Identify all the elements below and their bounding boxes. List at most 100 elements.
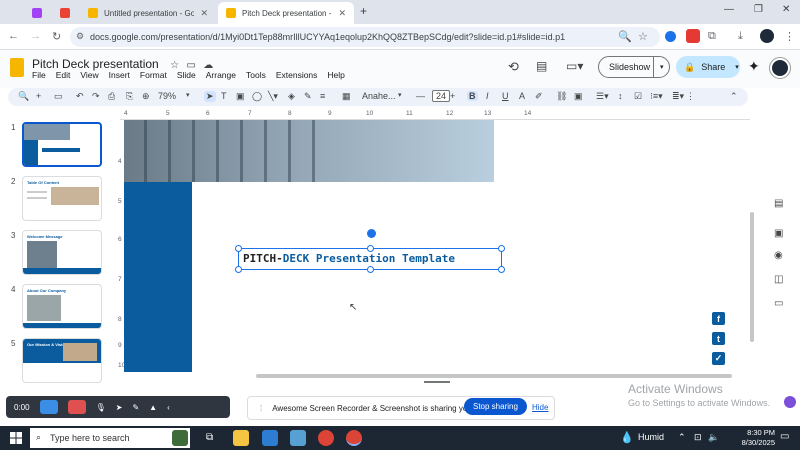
hide-link[interactable]: Hide — [532, 403, 548, 412]
text-color-icon[interactable]: A — [519, 91, 525, 101]
redo-icon[interactable]: ↷ — [92, 91, 100, 102]
border-color-icon[interactable]: ✎ — [304, 91, 312, 102]
italic-icon[interactable]: I — [486, 91, 489, 101]
image-icon[interactable]: ▣ — [236, 91, 245, 102]
task-view-icon[interactable]: ⧉ — [206, 432, 213, 443]
pen-icon[interactable]: ✎ — [132, 403, 139, 412]
notifications-icon[interactable]: ▭ — [780, 431, 789, 442]
font-select[interactable]: Anahe... — [362, 91, 396, 101]
profile-avatar[interactable] — [760, 29, 774, 43]
chrome-active-icon[interactable] — [346, 430, 362, 446]
notes-app-icon[interactable] — [290, 430, 306, 446]
media-app-icon[interactable] — [262, 430, 278, 446]
file-explorer-icon[interactable] — [233, 430, 249, 446]
checklist-icon[interactable]: ☑ — [634, 91, 642, 102]
bold-icon[interactable]: B — [467, 91, 478, 101]
menu-arrange[interactable]: Arrange — [206, 70, 236, 80]
more-options-icon[interactable]: ⋮ — [686, 91, 695, 102]
comments-icon[interactable]: ▤ — [536, 59, 547, 73]
decrease-font-icon[interactable]: — — [416, 91, 425, 101]
window-close-button[interactable]: ✕ — [782, 4, 790, 15]
tab-0[interactable] — [24, 2, 48, 24]
font-size-input[interactable]: 24 — [432, 90, 451, 102]
increase-font-icon[interactable]: + — [450, 91, 455, 101]
twitter-icon[interactable]: ✓ — [712, 352, 725, 365]
text-box-icon[interactable]: T — [221, 91, 227, 101]
title-text-box[interactable]: PITCH-DECK Presentation Template — [235, 229, 505, 273]
align-icon[interactable]: ☰▾ — [596, 91, 609, 102]
network-icon[interactable]: ⊡ — [694, 432, 702, 443]
search-menus-icon[interactable]: 🔍 — [18, 91, 29, 102]
gemini-icon[interactable]: ✦ — [748, 58, 760, 75]
zoom-select[interactable]: 79% — [158, 91, 176, 101]
resize-handle[interactable] — [367, 245, 374, 252]
stop-button[interactable] — [67, 400, 86, 414]
slideshow-button[interactable]: Slideshow ▾ — [598, 56, 670, 78]
volume-icon[interactable]: 🔈 — [708, 432, 719, 443]
horizontal-scrollbar[interactable] — [256, 374, 732, 378]
slide-title[interactable]: PITCH-DECK Presentation Template — [243, 252, 455, 265]
bookmark-star-icon[interactable]: ☆ — [638, 30, 648, 43]
weather-icon[interactable]: 💧 — [620, 431, 634, 444]
maximize-button[interactable]: ❐ — [754, 4, 763, 15]
extensions-puzzle-icon[interactable]: ⧉ — [708, 30, 716, 43]
new-slide-icon[interactable]: + — [36, 91, 41, 101]
menu-insert[interactable]: Insert — [109, 70, 130, 80]
pointer-icon[interactable]: ➤ — [116, 403, 123, 412]
tab-gmail[interactable] — [52, 2, 76, 24]
slide-thumbnail-4[interactable]: About Our Company — [22, 284, 102, 329]
forward-icon[interactable]: → — [30, 30, 41, 42]
slide-thumbnail-5[interactable]: Our Mission & Vision — [22, 338, 102, 383]
account-avatar[interactable] — [770, 58, 790, 78]
back-icon[interactable]: ← — [8, 30, 19, 42]
line-spacing-icon[interactable]: ↕ — [618, 91, 623, 101]
extension-icon[interactable] — [665, 31, 676, 42]
document-title[interactable]: Pitch Deck presentation ☆ ▭ ☁ — [32, 57, 213, 71]
bulleted-list-icon[interactable]: ⁝≡▾ — [650, 91, 663, 102]
resize-handle[interactable] — [498, 245, 505, 252]
facebook-icon[interactable]: f — [712, 312, 725, 325]
tasks-icon[interactable]: ◉ — [774, 250, 786, 261]
keep-icon[interactable]: ▣ — [774, 228, 786, 239]
assistant-bubble-icon[interactable] — [784, 396, 796, 408]
select-tool-icon[interactable]: ➤ — [204, 91, 216, 102]
folder-icon[interactable]: ▭ — [774, 298, 786, 309]
menu-slide[interactable]: Slide — [177, 70, 196, 80]
frankenstein-app-icon[interactable] — [172, 430, 188, 446]
contacts-icon[interactable]: ◫ — [774, 274, 786, 285]
search-icon[interactable]: 🔍 — [618, 30, 632, 43]
highlighter-icon[interactable]: ▲ — [149, 403, 157, 412]
fill-color-icon[interactable]: ◈ — [288, 91, 295, 102]
slide-thumbnail-2[interactable]: Table Of Content — [22, 176, 102, 221]
weather-label[interactable]: Humid — [638, 432, 664, 442]
horizontal-ruler[interactable]: 4 5 6 7 8 9 10 11 12 13 14 — [120, 110, 750, 120]
url-field[interactable]: ⚙ docs.google.com/presentation/d/1Myi0Dt… — [70, 27, 660, 47]
recorder-extension-icon[interactable] — [686, 29, 700, 43]
notes-drag-handle[interactable] — [424, 381, 450, 383]
close-icon[interactable]: ✕ — [338, 8, 346, 19]
paint-format-icon[interactable]: ⎘ — [126, 91, 133, 102]
taskbar-search-box[interactable]: ⌕ Type here to search — [30, 428, 190, 448]
add-comment-icon[interactable]: ▣ — [574, 91, 583, 102]
resize-handle[interactable] — [367, 266, 374, 273]
chevron-down-icon[interactable]: ▾ — [186, 91, 190, 99]
link-icon[interactable]: ⛓ — [556, 91, 567, 102]
menu-view[interactable]: View — [80, 70, 98, 80]
history-icon[interactable]: ⟲ — [508, 59, 519, 75]
zoom-icon[interactable]: ⊕ — [142, 91, 150, 102]
slide-thumbnail-1[interactable] — [22, 122, 102, 167]
chevron-down-icon[interactable]: ▾ — [735, 63, 739, 71]
chevron-down-icon[interactable]: ▾ — [398, 91, 402, 99]
menu-format[interactable]: Format — [140, 70, 167, 80]
collapse-icon[interactable]: ‹ — [167, 403, 170, 412]
shape-icon[interactable]: ◯ — [252, 91, 262, 102]
stop-sharing-button[interactable]: Stop sharing — [464, 398, 527, 415]
border-weight-icon[interactable]: ≡ — [320, 91, 325, 101]
resize-handle[interactable] — [235, 245, 242, 252]
building-photo[interactable] — [124, 120, 494, 182]
browser-menu-icon[interactable]: ⋮ — [784, 30, 795, 43]
border-dash-icon[interactable]: ▦ — [342, 91, 351, 102]
meet-icon[interactable]: ▭▾ — [566, 59, 583, 73]
line-icon[interactable]: ╲▾ — [268, 91, 278, 102]
minimize-button[interactable]: — — [724, 4, 734, 15]
